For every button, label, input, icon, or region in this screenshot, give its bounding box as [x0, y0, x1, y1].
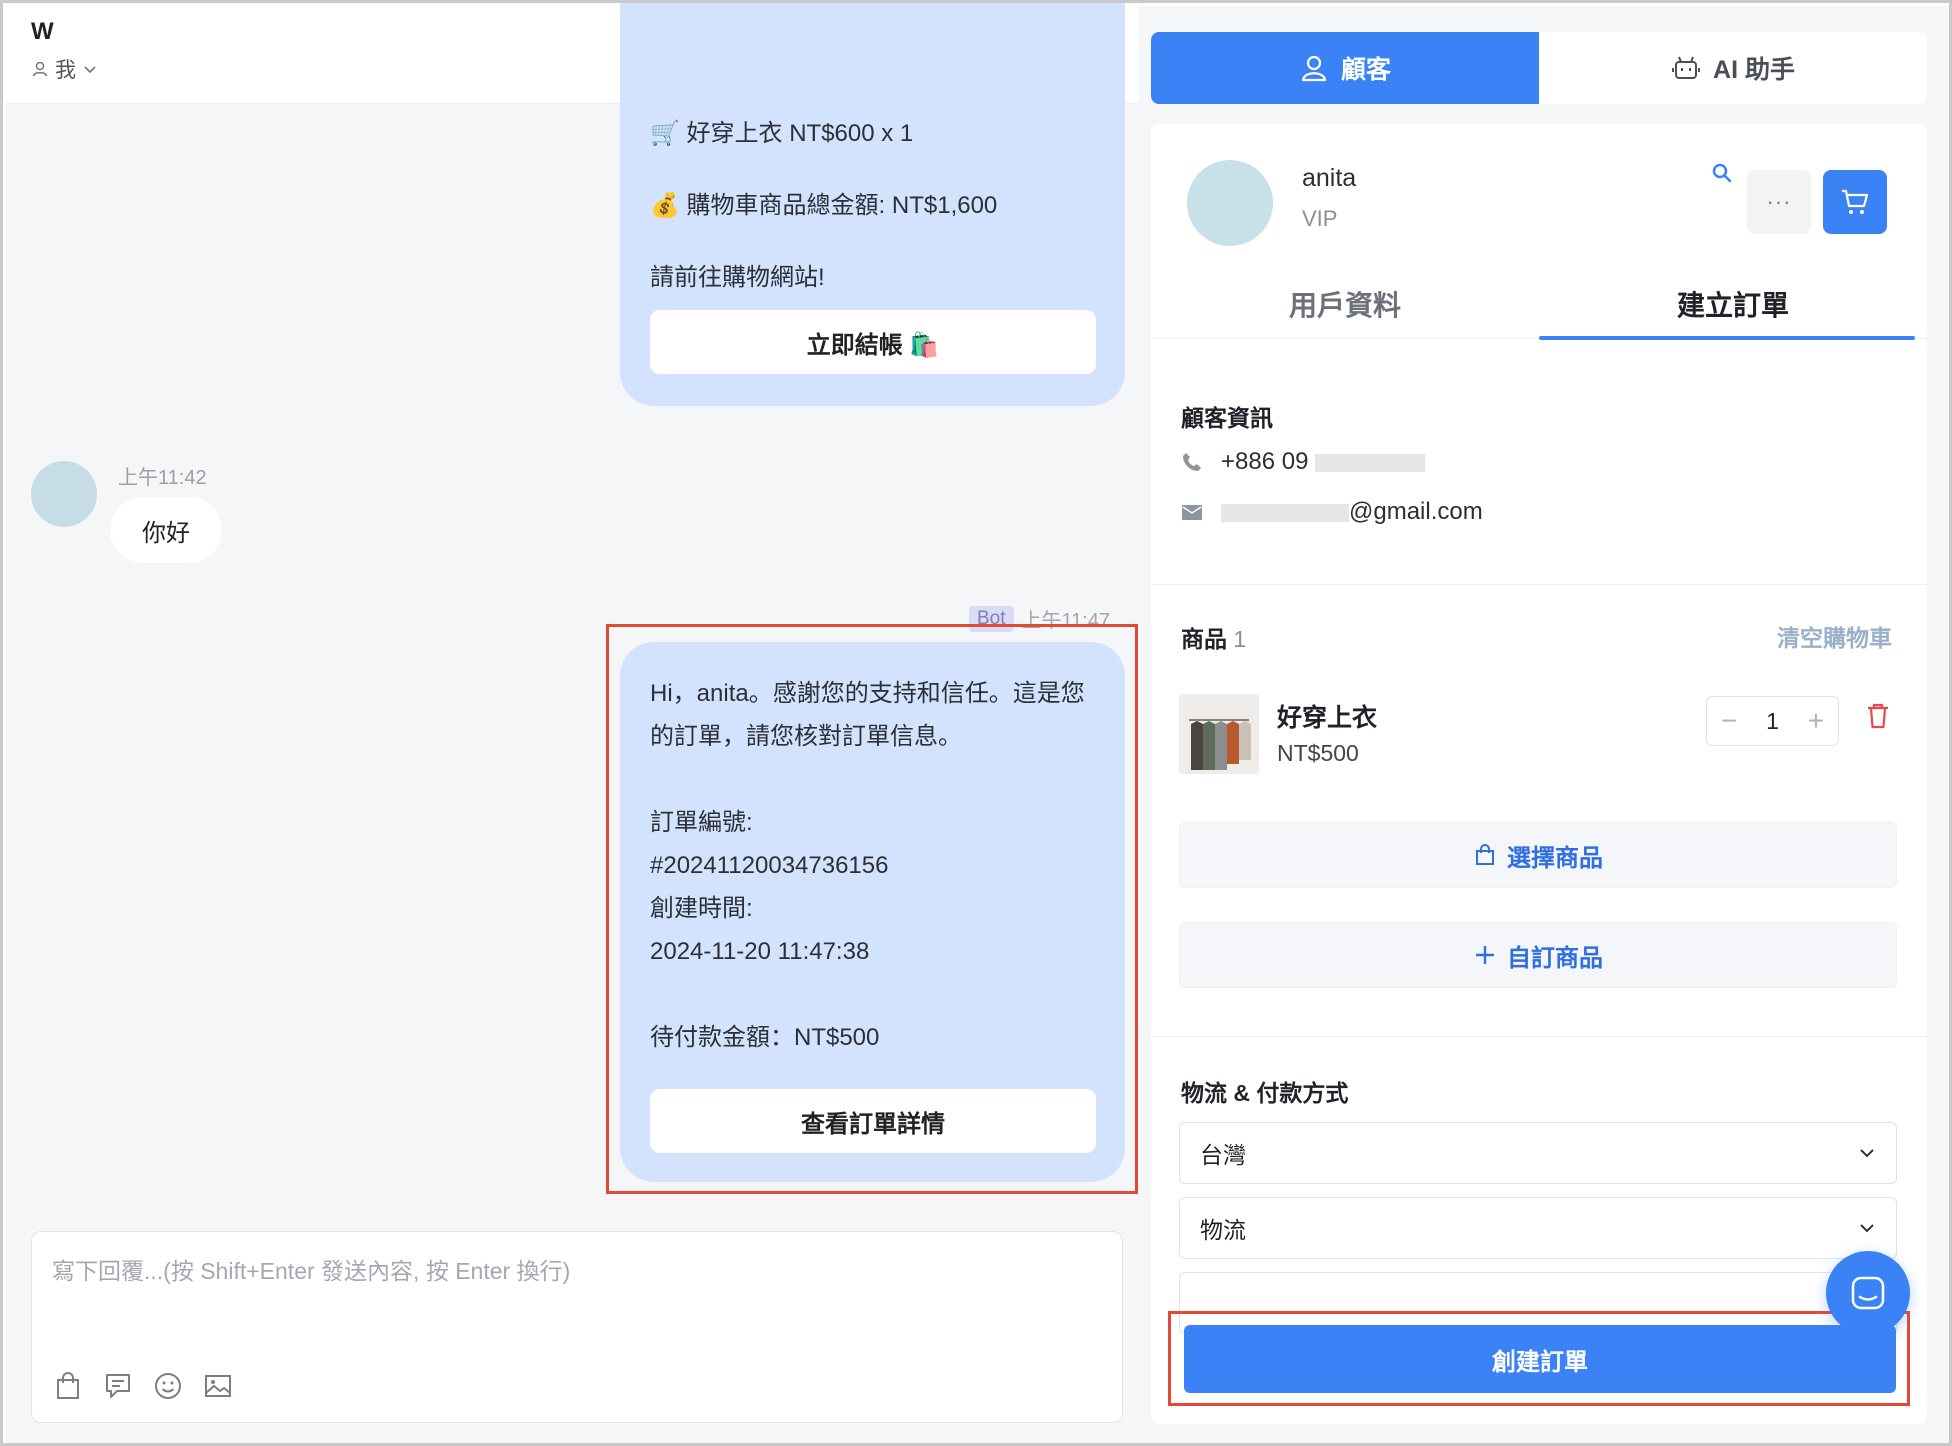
phone-row: +886 09	[1181, 448, 1426, 476]
divider	[1151, 1036, 1927, 1037]
plus-icon	[1476, 946, 1494, 964]
user-icon	[32, 61, 48, 77]
chat-panel: W 我 🛒 好穿上衣 NT$600 x 1 💰 購物車商品總金額: NT$1,6…	[6, 3, 1139, 1443]
email-value: @gmail.com	[1349, 498, 1483, 525]
customer-name: anita	[1302, 164, 1357, 192]
tab-customer-label: 顧客	[1340, 56, 1391, 84]
logistics-select[interactable]: 物流	[1179, 1197, 1897, 1259]
customer-level: VIP	[1302, 206, 1338, 231]
robot-icon	[1672, 56, 1701, 79]
conversation-title: W	[31, 18, 54, 45]
cart-button[interactable]	[1823, 170, 1887, 234]
highlight-box	[606, 624, 1138, 1194]
select-product-button[interactable]: 選擇商品	[1179, 822, 1897, 888]
products-label: 商品	[1181, 626, 1227, 652]
user-icon	[1301, 55, 1327, 82]
tab-user-profile[interactable]: 用戶資料	[1151, 269, 1539, 338]
products-title: 商品 1	[1181, 620, 1246, 654]
tab-customer[interactable]: 顧客	[1151, 32, 1539, 104]
quantity-value[interactable]: 1	[1766, 708, 1779, 735]
customer-avatar	[1187, 160, 1273, 246]
cart-cta-line: 請前往購物網站!	[650, 264, 825, 291]
highlight-box	[1168, 1311, 1910, 1406]
tab-create-order[interactable]: 建立訂單	[1539, 269, 1927, 340]
message-time: 上午11:42	[118, 467, 207, 489]
tab-ai-assistant[interactable]: AI 助手	[1539, 32, 1927, 104]
phone-icon	[1183, 453, 1201, 471]
product-price: NT$500	[1277, 740, 1359, 766]
assignee-label: 我	[55, 59, 76, 82]
chevron-down-icon	[1860, 1149, 1874, 1158]
shopping-bag-icon	[1476, 844, 1494, 865]
cart-icon	[1842, 189, 1869, 214]
redacted-block	[1221, 503, 1349, 522]
reply-composer[interactable]: 寫下回覆...(按 Shift+Enter 發送內容, 按 Enter 換行)	[31, 1231, 1123, 1423]
chat-widget-icon	[1851, 1276, 1885, 1310]
emoji-icon[interactable]	[152, 1370, 184, 1402]
shopping-bag-icon[interactable]	[52, 1370, 84, 1402]
cart-item-line: 🛒 好穿上衣 NT$600 x 1	[650, 120, 914, 147]
custom-product-label: 自訂商品	[1507, 944, 1603, 972]
divider	[1151, 584, 1927, 585]
chevron-down-icon	[84, 66, 96, 74]
customer-panel: 顧客 AI 助手 anita VIP ··· 用戶資料 建立訂單 顧客資訊 +8…	[1139, 6, 1949, 1443]
clear-cart-link[interactable]: 清空購物車	[1777, 619, 1892, 653]
increment-button[interactable]: +	[1804, 705, 1828, 737]
user-message-bubble: 你好	[110, 497, 222, 563]
reply-input-placeholder: 寫下回覆...(按 Shift+Enter 發送內容, 按 Enter 換行)	[52, 1258, 571, 1284]
app-window: W 我 🛒 好穿上衣 NT$600 x 1 💰 購物車商品總金額: NT$1,6…	[0, 0, 1952, 1446]
quick-reply-icon[interactable]	[102, 1370, 134, 1402]
logistics-value: 物流	[1200, 1217, 1246, 1243]
search-user-icon[interactable]	[1711, 162, 1735, 191]
decrement-button[interactable]: −	[1717, 705, 1741, 737]
checkout-now-button[interactable]: 立即結帳 🛍️	[650, 310, 1096, 374]
email-row: @gmail.com	[1181, 498, 1483, 526]
products-count: 1	[1233, 626, 1247, 652]
tab-ai-assistant-label: AI 助手	[1713, 56, 1795, 84]
assignee-dropdown[interactable]: 我	[31, 54, 98, 84]
mail-icon	[1182, 505, 1202, 520]
quantity-stepper: − 1 +	[1706, 696, 1839, 746]
customer-info-title: 顧客資訊	[1181, 405, 1273, 431]
product-thumbnail	[1179, 694, 1259, 774]
customer-sub-tabs: 用戶資料 建立訂單	[1151, 269, 1927, 340]
more-options-button[interactable]: ···	[1747, 170, 1811, 234]
shipping-payment-title: 物流 & 付款方式	[1181, 1080, 1349, 1106]
chat-launcher-button[interactable]	[1826, 1251, 1910, 1335]
country-select[interactable]: 台灣	[1179, 1122, 1897, 1184]
product-name: 好穿上衣	[1277, 704, 1378, 732]
customer-card: anita VIP ··· 用戶資料 建立訂單 顧客資訊 +886 09 @gm…	[1151, 124, 1927, 1424]
custom-product-button[interactable]: 自訂商品	[1179, 922, 1897, 988]
select-product-label: 選擇商品	[1507, 844, 1603, 872]
phone-value: +886 09	[1221, 448, 1309, 475]
chevron-down-icon	[1860, 1224, 1874, 1233]
cart-total-line: 💰 購物車商品總金額: NT$1,600	[650, 192, 998, 219]
country-value: 台灣	[1200, 1142, 1246, 1168]
image-icon[interactable]	[202, 1370, 234, 1402]
user-avatar	[31, 461, 97, 527]
trash-icon[interactable]	[1865, 702, 1891, 735]
panel-tabs: 顧客 AI 助手	[1151, 32, 1927, 104]
cart-message-bubble: 🛒 好穿上衣 NT$600 x 1 💰 購物車商品總金額: NT$1,600 請…	[620, 3, 1125, 406]
redacted-block	[1315, 453, 1426, 472]
